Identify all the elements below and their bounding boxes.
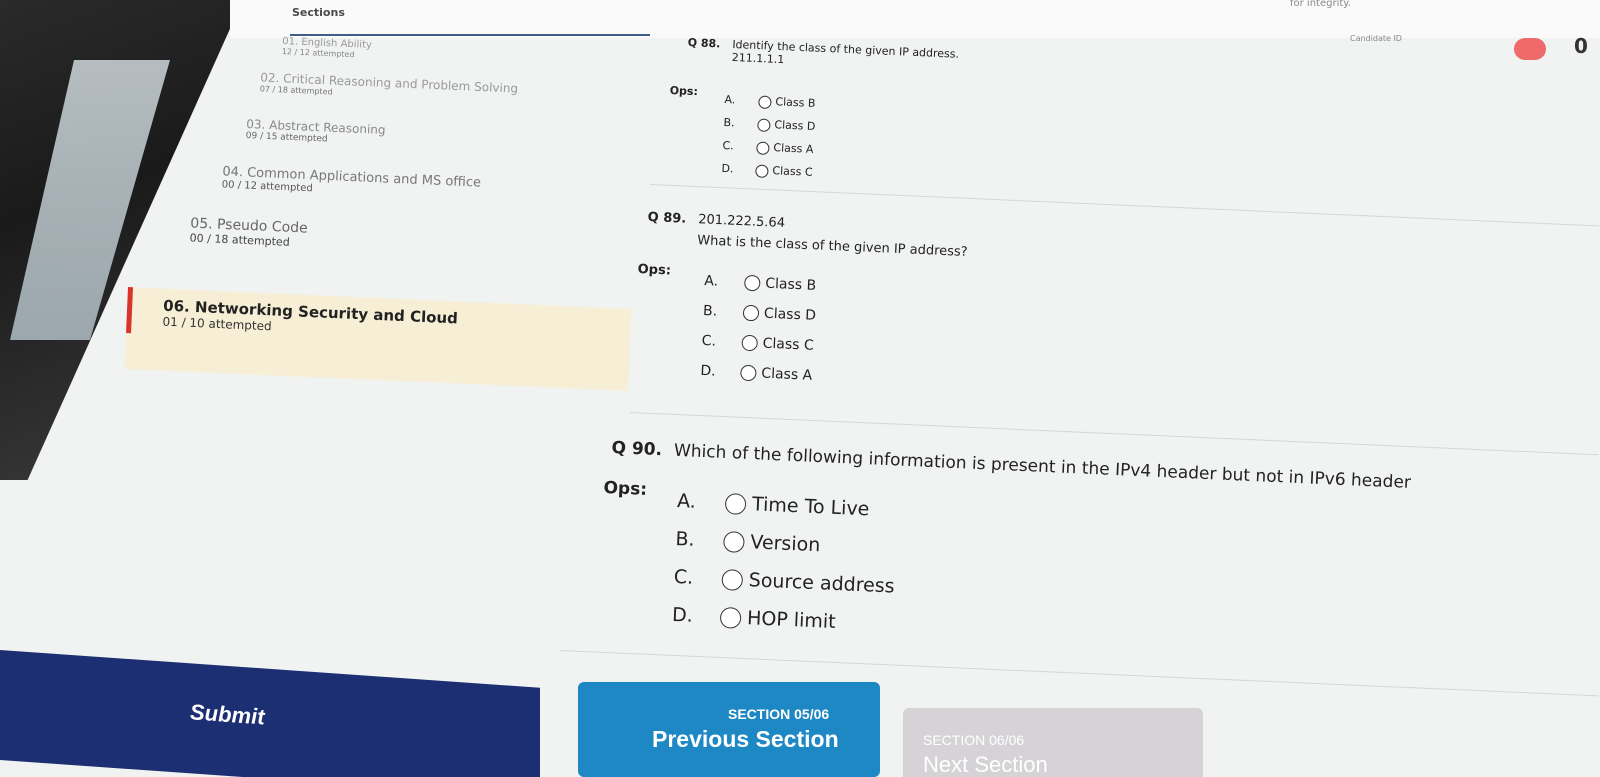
options-88: A. Class B B. Class D C. Class A D. Class C bbox=[721, 88, 817, 184]
prev-button-label: Previous Section bbox=[652, 726, 839, 752]
section-item-networking-active[interactable]: 06. Networking Security and Cloud 01 / 1… bbox=[124, 287, 632, 391]
option-letter: A. bbox=[724, 92, 736, 107]
option-text: Class A bbox=[773, 141, 814, 156]
option-text: Time To Live bbox=[751, 493, 870, 521]
radio-button[interactable] bbox=[757, 117, 771, 132]
radio-button[interactable] bbox=[742, 304, 760, 322]
question-text: Which of the following information is pr… bbox=[673, 440, 1412, 493]
integrity-text: for integrity. bbox=[1290, 0, 1351, 9]
next-button-label: Next Section bbox=[923, 752, 1048, 777]
ops-row-88: Ops: bbox=[669, 84, 698, 98]
option-text: HOP limit bbox=[746, 607, 837, 633]
section-item-critical-reasoning[interactable]: 02. Critical Reasoning and Problem Solvi… bbox=[260, 70, 519, 104]
option-letter: A. bbox=[703, 272, 719, 290]
options-89: A. Class B B. Class D C. Class C D. Class A bbox=[700, 266, 818, 391]
radio-button[interactable] bbox=[755, 163, 769, 178]
sections-title: Sections bbox=[292, 6, 345, 19]
previous-section-button[interactable]: SECTION 05/06 Previous Section bbox=[578, 682, 880, 777]
option-letter: D. bbox=[700, 362, 716, 380]
question-number: Q 90. bbox=[611, 438, 663, 461]
radio-button[interactable] bbox=[722, 531, 745, 553]
ops-label: Ops: bbox=[603, 478, 648, 500]
option-letter: D. bbox=[671, 603, 694, 627]
radio-button[interactable] bbox=[756, 140, 770, 155]
option-text: Class A bbox=[761, 365, 813, 384]
sections-sidebar: 01. English Ability 12 / 12 attempted 02… bbox=[120, 36, 640, 636]
ops-row-89: Ops: bbox=[637, 262, 671, 278]
next-section-button[interactable]: SECTION 06/06 Next Section bbox=[903, 708, 1203, 777]
option-letter: B. bbox=[702, 302, 718, 320]
option-text: Source address bbox=[748, 569, 896, 598]
radio-button[interactable] bbox=[721, 569, 744, 591]
option-letter: C. bbox=[722, 138, 734, 153]
option-letter: D. bbox=[721, 161, 734, 176]
ops-label: Ops: bbox=[669, 84, 699, 99]
option-letter: B. bbox=[675, 527, 696, 551]
option-text: Version bbox=[749, 531, 821, 557]
question-88: Q 88. Identify the class of the given IP… bbox=[687, 36, 959, 74]
option-text: Class B bbox=[764, 275, 817, 294]
option-a[interactable]: A. Class B bbox=[704, 266, 818, 301]
option-text: Class C bbox=[762, 335, 815, 354]
radio-button[interactable] bbox=[743, 274, 761, 292]
questions-area: Q 88. Identify the class of the given IP… bbox=[559, 30, 1600, 697]
ops-row-90: Ops: bbox=[603, 478, 647, 500]
option-text: Class C bbox=[772, 164, 813, 179]
option-b[interactable]: B. Class D bbox=[702, 296, 817, 331]
radio-button[interactable] bbox=[740, 364, 757, 382]
question-89: Q 89. 201.222.5.64 What is the class of … bbox=[646, 210, 968, 260]
option-text: Class D bbox=[774, 118, 816, 133]
submit-button[interactable]: Submit bbox=[0, 650, 540, 777]
exam-screen: Sections for integrity. Candidate ID 0 0… bbox=[0, 0, 1600, 777]
option-letter: C. bbox=[673, 565, 694, 589]
option-letter: B. bbox=[723, 115, 735, 130]
option-d[interactable]: D. Class A bbox=[700, 356, 814, 391]
radio-button[interactable] bbox=[758, 94, 772, 109]
next-section-indicator: SECTION 06/06 bbox=[923, 732, 1025, 748]
option-text: Class B bbox=[775, 95, 816, 110]
radio-button[interactable] bbox=[741, 334, 759, 352]
question-number: Q 89. bbox=[647, 210, 687, 227]
option-text: Class D bbox=[763, 305, 817, 324]
section-item-common-applications[interactable]: 04. Common Applications and MS office 00… bbox=[222, 164, 482, 201]
radio-button[interactable] bbox=[719, 606, 742, 629]
prev-section-indicator: SECTION 05/06 bbox=[728, 706, 830, 722]
section-item-english[interactable]: 01. English Ability 12 / 12 attempted bbox=[282, 36, 373, 60]
submit-label: Submit bbox=[190, 699, 265, 730]
active-section-marker bbox=[126, 287, 134, 334]
radio-button[interactable] bbox=[724, 493, 747, 515]
option-letter: C. bbox=[701, 332, 717, 350]
option-c[interactable]: C. Class C bbox=[701, 326, 815, 361]
question-number: Q 88. bbox=[687, 36, 721, 51]
section-item-abstract-reasoning[interactable]: 03. Abstract Reasoning 09 / 15 attempted bbox=[246, 117, 386, 147]
option-d[interactable]: D. Class C bbox=[721, 157, 814, 184]
section-item-pseudo-code[interactable]: 05. Pseudo Code 00 / 18 attempted bbox=[189, 215, 308, 249]
options-90: A. Time To Live B. Version C. Source addres… bbox=[671, 482, 898, 643]
option-letter: A. bbox=[676, 489, 697, 513]
ops-label: Ops: bbox=[637, 262, 672, 279]
